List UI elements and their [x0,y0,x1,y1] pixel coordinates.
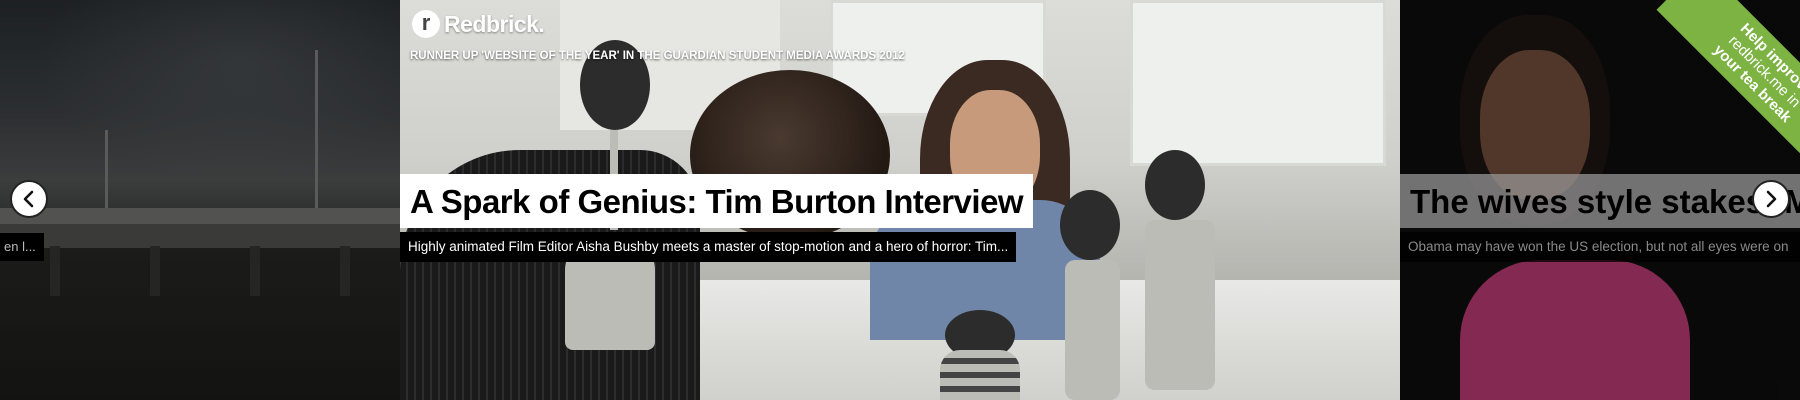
puppet-head [1060,190,1120,260]
logo-mark: r [412,10,440,38]
slide-standfirst[interactable]: en l... [0,233,44,261]
chevron-left-icon [23,190,34,208]
carousel-prev-button[interactable] [10,180,48,218]
next-slide-standfirst[interactable]: Obama may have won the US election, but … [1400,232,1800,262]
slide-previous[interactable]: en l... [0,0,400,400]
feedback-ribbon[interactable]: Help improve redbrick.me in your tea bre… [1600,0,1800,200]
puppet-figure [1065,260,1120,400]
featured-carousel: en l... r Redbrick. RUNNER UP 'WEBSITE O… [0,0,1800,400]
logo-wordmark: Redbrick. [444,10,545,37]
site-logo[interactable]: r Redbrick. [412,10,545,38]
slide-headline[interactable]: A Spark of Genius: Tim Burton Interview [400,174,1034,228]
puppet-figure [940,350,1020,400]
site-tagline: RUNNER UP 'WEBSITE OF THE YEAR' IN THE G… [410,50,905,62]
feedback-ribbon-label[interactable]: Help improve redbrick.me in your tea bre… [1656,0,1800,180]
studio-window [1130,0,1386,166]
slide-dim-overlay [0,0,400,400]
slide-standfirst[interactable]: Highly animated Film Editor Aisha Bushby… [400,232,1017,262]
puppet-figure [1145,220,1215,390]
puppet-head [1145,150,1205,220]
